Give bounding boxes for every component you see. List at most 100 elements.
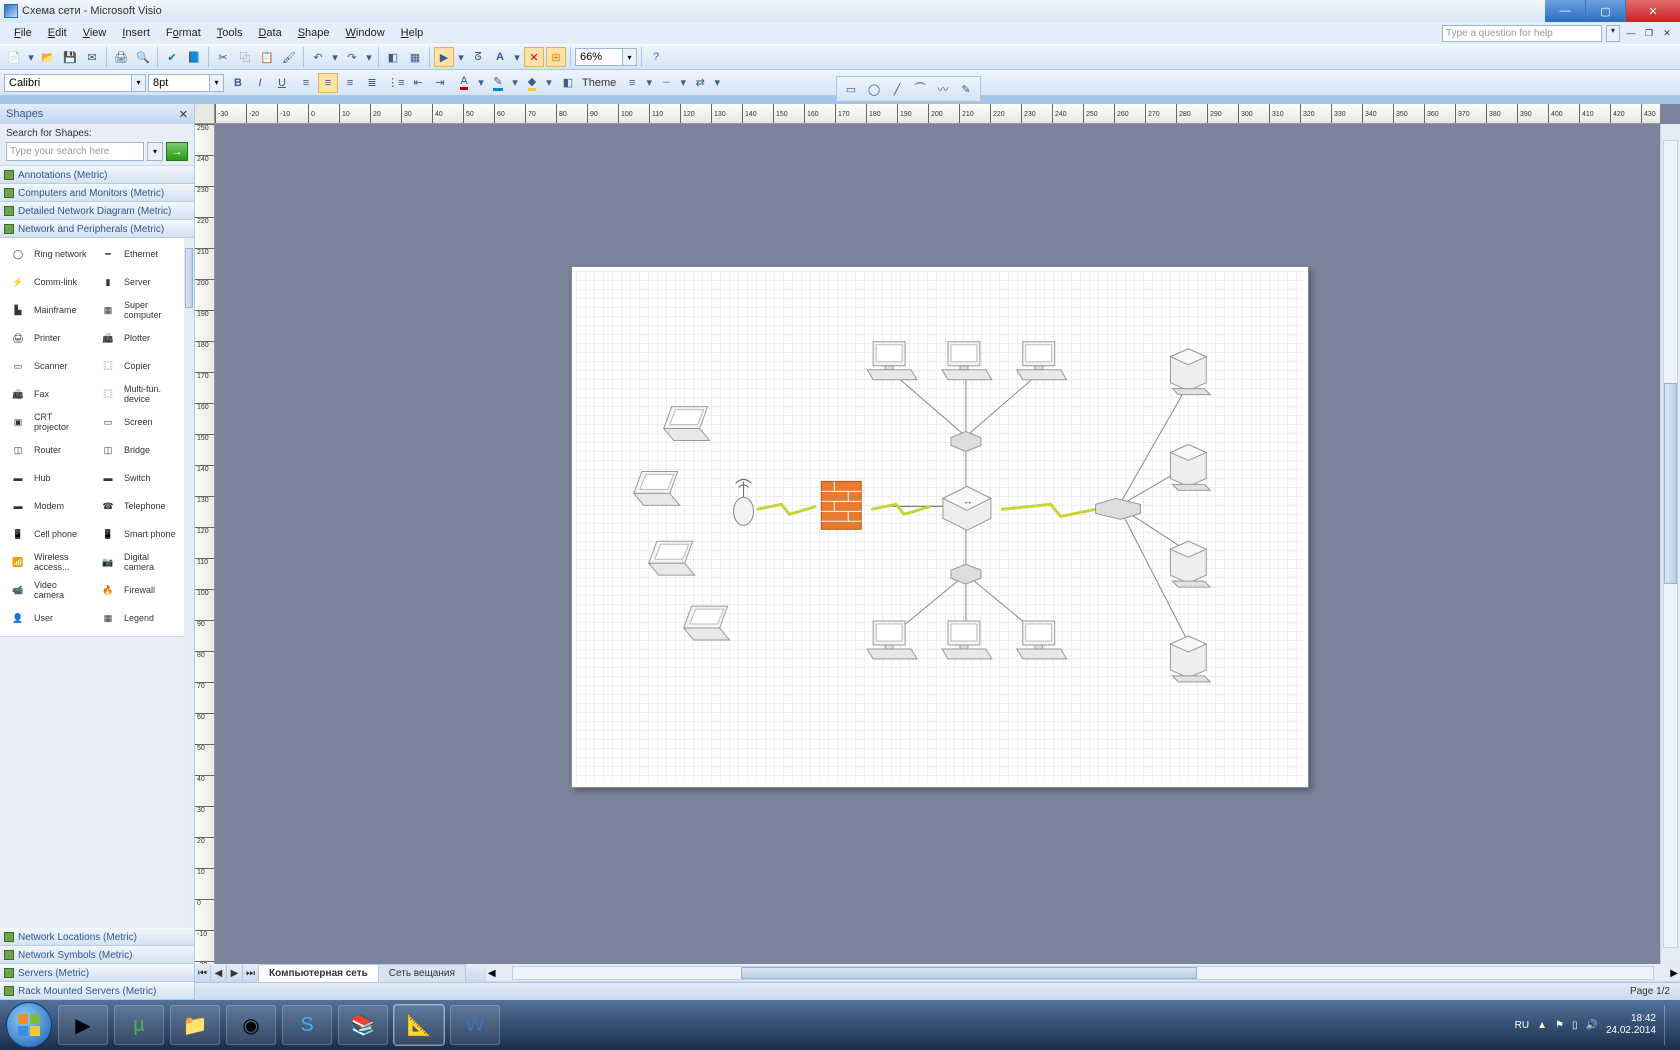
shape-stencil-item[interactable]: 📱Cell phone: [2, 521, 92, 549]
vertical-ruler[interactable]: 2502402302202102001901801701601501401301…: [195, 124, 215, 964]
window-maximize-button[interactable]: ▢: [1585, 0, 1625, 22]
justify-button[interactable]: ≣: [362, 73, 382, 93]
stencil-header[interactable]: Network Locations (Metric): [0, 928, 194, 946]
drawing-tools-toolbar[interactable]: ▭ ◯ ╱ ⏜ 〰 ✎: [836, 76, 981, 102]
connection-point-button[interactable]: ✕: [524, 47, 544, 67]
new-button[interactable]: 📄: [4, 47, 24, 67]
shape-stencil-item[interactable]: ▬Switch: [92, 465, 182, 493]
menu-data[interactable]: Data: [250, 25, 289, 41]
drawing-page[interactable]: ↔: [571, 266, 1309, 788]
font-combo[interactable]: Calibri ▾: [4, 74, 146, 92]
shape-stencil-item[interactable]: 📶Wireless access...: [2, 549, 92, 577]
print-preview-button[interactable]: 🔍: [133, 47, 153, 67]
shape-stencil-item[interactable]: ▬Modem: [2, 493, 92, 521]
italic-button[interactable]: I: [250, 73, 270, 93]
theme-button[interactable]: ◧: [558, 73, 578, 93]
tab-nav-last-button[interactable]: ⏭: [243, 965, 259, 981]
shapes-scrollbar[interactable]: [184, 238, 194, 928]
shape-stencil-item[interactable]: 📷Digital camera: [92, 549, 182, 577]
start-button[interactable]: [6, 1002, 52, 1048]
shape-stencil-item[interactable]: 📹Video camera: [2, 577, 92, 605]
cut-button[interactable]: ✂: [213, 47, 233, 67]
pencil-tool-button[interactable]: ✎: [956, 79, 976, 99]
shapes-window-button[interactable]: ◧: [383, 47, 403, 67]
shape-stencil-item[interactable]: 👤User: [2, 605, 92, 633]
menu-view[interactable]: View: [75, 25, 115, 41]
shape-stencil-item[interactable]: 🖨Printer: [2, 325, 92, 353]
shape-stencil-item[interactable]: ▬Hub: [2, 465, 92, 493]
menu-insert[interactable]: Insert: [114, 25, 158, 41]
freeform-tool-button[interactable]: 〰: [933, 79, 953, 99]
line-color-dropdown[interactable]: ▾: [510, 73, 520, 93]
fill-color-button[interactable]: ◆: [522, 73, 542, 93]
bold-button[interactable]: B: [228, 73, 248, 93]
increase-indent-button[interactable]: ⇥: [430, 73, 450, 93]
horizontal-scrollbar[interactable]: ◀ ▶: [486, 965, 1680, 981]
show-desktop-button[interactable]: [1664, 1005, 1674, 1045]
rectangle-tool-button[interactable]: ▭: [841, 79, 861, 99]
paste-button[interactable]: 📋: [257, 47, 277, 67]
fill-color-dropdown[interactable]: ▾: [544, 73, 554, 93]
arc-tool-button[interactable]: ⏜: [910, 79, 930, 99]
align-right-button[interactable]: ≡: [340, 73, 360, 93]
line-color-button[interactable]: ✎: [488, 73, 508, 93]
format-painter-button[interactable]: 🖌: [279, 47, 299, 67]
mdi-restore-button[interactable]: ❐: [1642, 26, 1656, 40]
shape-stencil-item[interactable]: ◫Router: [2, 437, 92, 465]
connector-tool-button[interactable]: ᘔ: [468, 47, 488, 67]
shape-stencil-item[interactable]: ▦Super computer: [92, 297, 182, 325]
shape-stencil-item[interactable]: 🔥Firewall: [92, 577, 182, 605]
research-button[interactable]: 📘: [184, 47, 204, 67]
mdi-close-button[interactable]: ✕: [1660, 26, 1674, 40]
drawing-canvas[interactable]: ↔: [215, 124, 1660, 964]
shape-stencil-item[interactable]: ◯Ring network: [2, 241, 92, 269]
text-tool-dropdown[interactable]: ▾: [512, 47, 522, 67]
font-color-button[interactable]: A: [454, 73, 474, 93]
stencil-header[interactable]: Annotations (Metric): [0, 166, 194, 184]
stencil-header[interactable]: Computers and Monitors (Metric): [0, 184, 194, 202]
tab-nav-first-button[interactable]: ⏮: [195, 965, 211, 981]
menu-shape[interactable]: Shape: [290, 25, 338, 41]
shape-stencil-item[interactable]: ━Ethernet: [92, 241, 182, 269]
tray-flag-icon[interactable]: ⚑: [1555, 1020, 1564, 1031]
taskbar-skype-icon[interactable]: S: [282, 1005, 332, 1045]
window-close-button[interactable]: ✕: [1625, 0, 1680, 22]
line-weight-dropdown[interactable]: ▾: [644, 73, 654, 93]
shape-stencil-item[interactable]: ▭Screen: [92, 409, 182, 437]
shape-stencil-item[interactable]: ⚡Comm-link: [2, 269, 92, 297]
help-search-dropdown[interactable]: ▾: [1606, 25, 1620, 42]
line-pattern-dropdown[interactable]: ▾: [678, 73, 688, 93]
tray-clock[interactable]: 18:42 24.02.2014: [1606, 1013, 1656, 1037]
page-tab-inactive[interactable]: Сеть вещания: [379, 964, 466, 982]
undo-button[interactable]: ↶: [308, 47, 328, 67]
shape-stencil-item[interactable]: 📠Plotter: [92, 325, 182, 353]
data-button[interactable]: ▦: [405, 47, 425, 67]
shapes-search-go-button[interactable]: →: [166, 142, 188, 161]
shape-stencil-item[interactable]: ▙Mainframe: [2, 297, 92, 325]
line-ends-button[interactable]: ⇄: [690, 73, 710, 93]
menu-edit[interactable]: Edit: [40, 25, 75, 41]
print-button[interactable]: 🖨: [111, 47, 131, 67]
vertical-scrollbar[interactable]: [1660, 124, 1680, 964]
new-dropdown[interactable]: ▾: [26, 47, 36, 67]
redo-button[interactable]: ↷: [342, 47, 362, 67]
mdi-minimize-button[interactable]: —: [1624, 26, 1638, 40]
shape-stencil-item[interactable]: ▮Server: [92, 269, 182, 297]
stencil-header[interactable]: Network and Peripherals (Metric): [0, 220, 194, 238]
menu-file[interactable]: File: [6, 25, 40, 41]
shapes-search-input[interactable]: Type your search here: [6, 142, 144, 161]
font-size-combo[interactable]: 8pt ▾: [148, 74, 224, 92]
undo-dropdown[interactable]: ▾: [330, 47, 340, 67]
stencil-header[interactable]: Detailed Network Diagram (Metric): [0, 202, 194, 220]
shape-stencil-item[interactable]: ▭Scanner: [2, 353, 92, 381]
stencil-header[interactable]: Rack Mounted Servers (Metric): [0, 982, 194, 1000]
shape-stencil-item[interactable]: 📠Fax: [2, 381, 92, 409]
font-color-dropdown[interactable]: ▾: [476, 73, 486, 93]
bullets-button[interactable]: ⋮≡: [386, 73, 406, 93]
taskbar-winrar-icon[interactable]: 📚: [338, 1005, 388, 1045]
spelling-button[interactable]: ✔: [162, 47, 182, 67]
pointer-tool-button[interactable]: ▶: [434, 47, 454, 67]
align-left-button[interactable]: ≡: [296, 73, 316, 93]
taskbar-media-player-icon[interactable]: ▶: [58, 1005, 108, 1045]
snap-button[interactable]: ⊞: [546, 47, 566, 67]
